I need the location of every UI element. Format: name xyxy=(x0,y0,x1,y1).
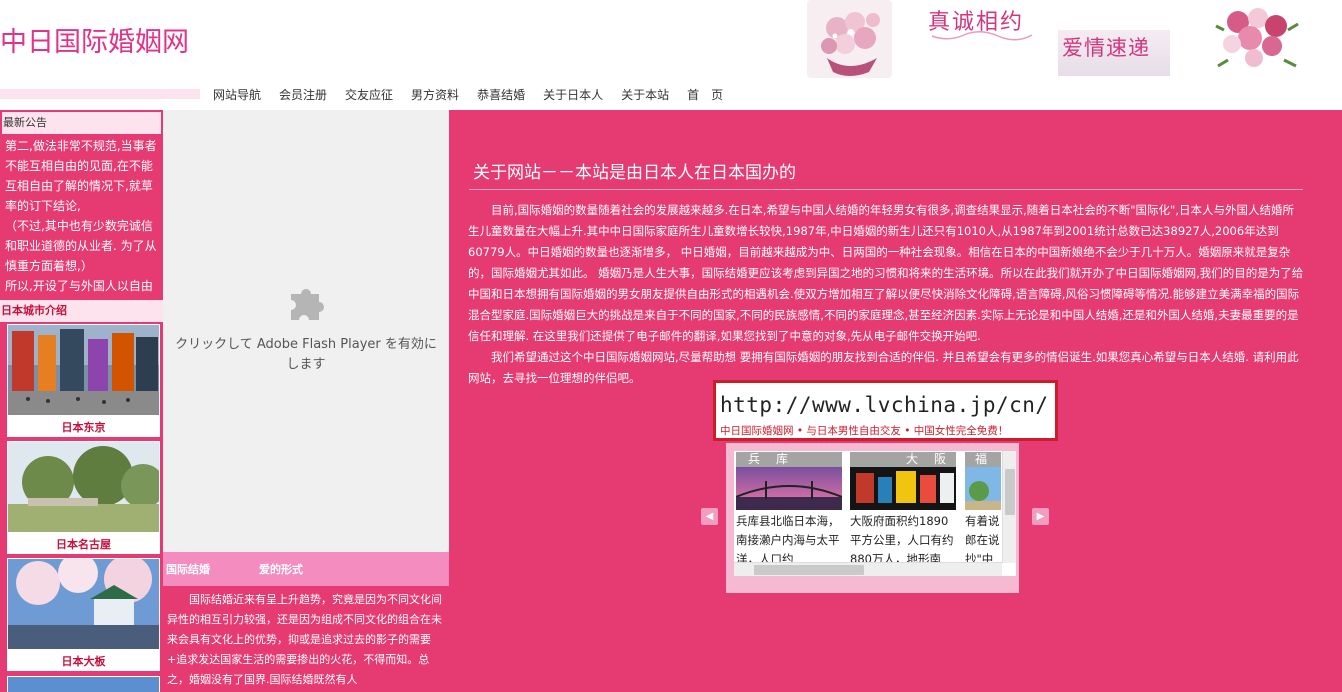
nagoya-photo xyxy=(8,442,159,532)
carousel-slide-osaka[interactable]: 大 阪 大阪府面积约1890平方公里，人口有约880万人，地形南 xyxy=(850,452,960,576)
carousel-next-button[interactable]: ▶ xyxy=(1032,508,1049,525)
city-card-osaka[interactable]: 日本大板 xyxy=(7,558,160,671)
fukuoka-photo xyxy=(965,467,1001,510)
nav-item-congrats[interactable]: 恭喜结婚 xyxy=(477,86,525,103)
header-pink-bar xyxy=(0,89,200,99)
slide-description: 兵库县北临日本海，南接濑户内海与太平洋，人口约 xyxy=(736,512,844,569)
intl-marriage-header: 国际结婚 爱的形式 xyxy=(163,552,449,586)
next-city-photo xyxy=(8,677,159,692)
nav-item-about-site[interactable]: 关于本站 xyxy=(621,86,669,103)
tokyo-photo xyxy=(8,325,159,415)
plugin-puzzle-icon xyxy=(291,289,324,320)
about-paragraph: 目前,国际婚姻的数量随着社会的发展越来越多.在日本,希望与中国人结婚的年轻男女有… xyxy=(468,203,1304,343)
flash-placeholder[interactable]: クリックして Adobe Flash Player を有効にします xyxy=(163,110,449,552)
middle-column: クリックして Adobe Flash Player を有効にします 国际结婚 爱… xyxy=(163,110,449,692)
nav-item-apply[interactable]: 交友应征 xyxy=(345,86,393,103)
carousel-slide-hyogo[interactable]: 兵 库 兵库县北临日本海，南接濑户内海与太平洋，人口约 xyxy=(736,452,846,576)
intl-marriage-text: 国际结婚近来有呈上升趋势，究竟是因为不同文化间异性的相互引力较强，还是因为组成不… xyxy=(163,586,449,692)
tab-intl-marriage[interactable]: 国际结婚 xyxy=(163,561,223,577)
osaka-night-photo xyxy=(850,467,956,510)
flash-message: クリックして Adobe Flash Player を有効にします xyxy=(175,337,437,372)
nav-item-home[interactable]: 首 页 xyxy=(687,86,723,103)
notice-marquee: 第二,做法非常不规范,当事者不能互相自由的见面,在不能互相自由了解的情况下,就草… xyxy=(2,134,161,294)
calligraphy-love-express-text: 爱情速递 xyxy=(1062,36,1150,60)
site-url-banner[interactable]: http://www.lvchina.jp/cn/ 中日国际婚姻网 • 与日本男… xyxy=(713,380,1058,441)
nav-item-register[interactable]: 会员注册 xyxy=(279,86,327,103)
left-column: 最新公告 第二,做法非常不规范,当事者不能互相自由的见面,在不能互相自由了解的情… xyxy=(0,110,163,692)
page-title: 关于网站－－本站是由日本人在日本国办的 xyxy=(473,163,796,183)
banner-url: http://www.lvchina.jp/cn/ xyxy=(720,393,1049,417)
carousel-horizontal-scrollbar[interactable] xyxy=(734,562,1002,576)
tab-love-forms[interactable]: 爱的形式 xyxy=(259,561,303,577)
nav-item-about-japanese[interactable]: 关于日本人 xyxy=(543,86,603,103)
notice-title: 最新公告 xyxy=(2,112,161,134)
city-card-next[interactable] xyxy=(7,676,160,692)
notice-paragraph: 所以,开设了与外国人以自由相识会为目的的「日英翻 xyxy=(5,279,153,293)
scrollbar-thumb[interactable] xyxy=(1005,469,1015,515)
city-caption: 日本名古屋 xyxy=(56,538,111,551)
site-title[interactable]: 中日国际婚姻网 xyxy=(0,20,189,59)
slide-label: 兵 库 xyxy=(736,452,842,467)
notice-paragraph: 第二,做法非常不规范,当事者不能互相自由的见面,在不能互相自由了解的情况下,就草… xyxy=(5,139,157,213)
carousel-slide-fukuoka[interactable]: 福 有着说郎在说抄"中尸 xyxy=(965,452,1001,576)
osaka-photo xyxy=(8,559,159,649)
hyogo-bridge-photo xyxy=(736,467,842,510)
carousel-vertical-scrollbar[interactable] xyxy=(1002,451,1016,563)
about-text: 目前,国际婚姻的数量随着社会的发展越来越多.在日本,希望与中国人结婚的年轻男女有… xyxy=(468,200,1304,389)
slide-label: 大 阪 xyxy=(850,452,956,467)
notice-panel: 最新公告 第二,做法非常不规范,当事者不能互相自由的见面,在不能互相自由了解的情… xyxy=(0,110,163,298)
city-carousel: 兵 库 兵库县北临日本海，南接濑户内海与太平洋，人口约 大 阪 大阪府面积约18… xyxy=(726,443,1019,593)
carousel-viewport: 兵 库 兵库县北临日本海，南接濑户内海与太平洋，人口约 大 阪 大阪府面积约18… xyxy=(734,451,1016,576)
flower-bouquet-image-2 xyxy=(1210,0,1302,78)
city-card-nagoya[interactable]: 日本名古屋 xyxy=(7,441,160,554)
slide-label: 福 xyxy=(965,452,1001,467)
slide-description: 大阪府面积约1890平方公里，人口有约880万人，地形南 xyxy=(850,512,958,569)
city-caption: 日本大板 xyxy=(61,655,106,668)
main-nav: 网站导航 会员注册 交友应征 男方资料 恭喜结婚 关于日本人 关于本站 首 页 xyxy=(213,86,741,103)
city-intro-title: 日本城市介绍 xyxy=(0,300,163,322)
nav-item-site-guide[interactable]: 网站导航 xyxy=(213,86,261,103)
city-caption: 日本东京 xyxy=(61,421,106,434)
scrollbar-thumb[interactable] xyxy=(754,565,864,575)
main-content: 关于网站－－本站是由日本人在日本国办的 目前,国际婚姻的数量随着社会的发展越来越… xyxy=(449,110,1342,692)
calligraphy-reflection xyxy=(931,31,1033,41)
city-card-tokyo[interactable]: 日本东京 xyxy=(7,324,160,437)
notice-paragraph: （不过,其中也有少数完诚信和职业道德的从业者. 为了从慎重方面着想,） xyxy=(5,219,157,273)
flower-bouquet-image-1 xyxy=(807,0,892,78)
banner-subtitle: 中日国际婚姻网 • 与日本男性自由交友 • 中国女性完全免费！ xyxy=(720,425,1009,437)
title-divider xyxy=(469,189,1303,190)
carousel-prev-button[interactable]: ◀ xyxy=(701,508,718,525)
nav-item-male-profiles[interactable]: 男方资料 xyxy=(411,86,459,103)
